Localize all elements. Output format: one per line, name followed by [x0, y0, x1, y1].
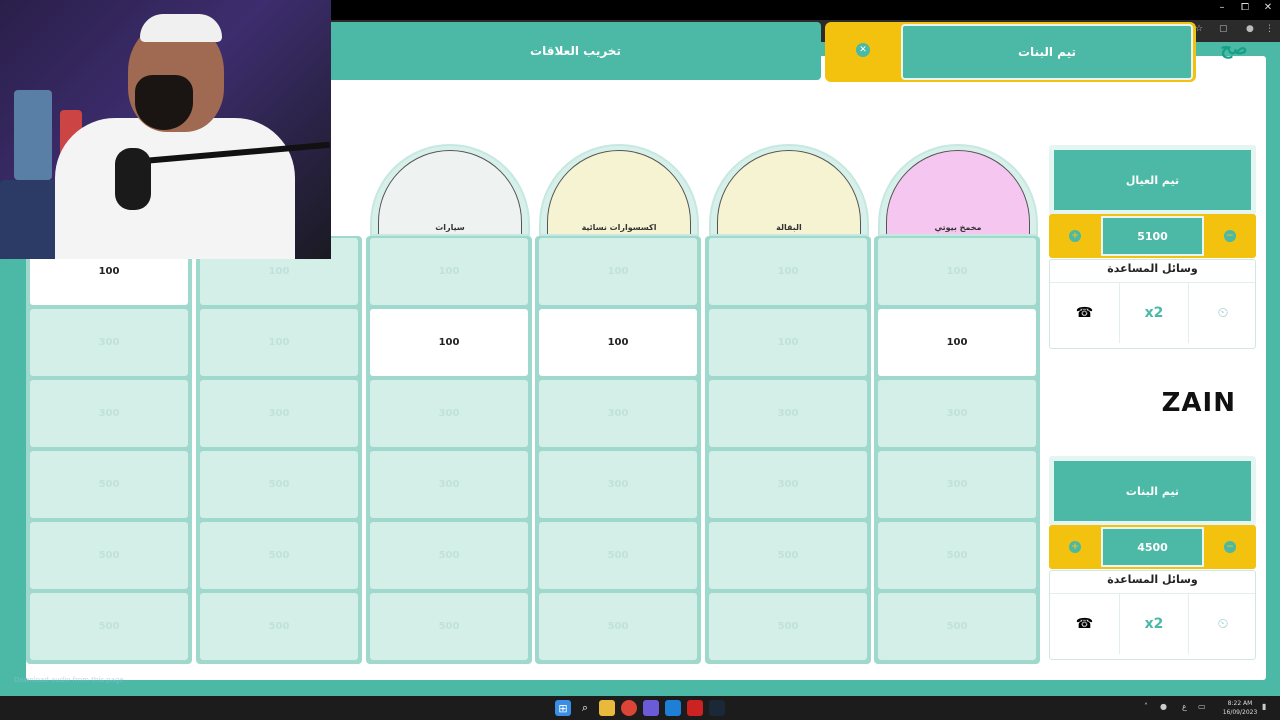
category-label: اكسسوارات نسائية	[581, 223, 657, 232]
question-cell[interactable]: 500	[200, 522, 358, 589]
question-cell[interactable]: 100	[709, 238, 867, 305]
question-cell[interactable]: 300	[539, 380, 697, 447]
webcam-overlay	[0, 0, 331, 259]
current-turn-team: ✕ تيم البنات	[825, 22, 1196, 82]
question-cell[interactable]: 100	[539, 238, 697, 305]
team1-increase-button[interactable]: +	[1069, 230, 1081, 242]
team2-name: تيم البنات	[1054, 461, 1251, 521]
question-cell[interactable]: 500	[709, 522, 867, 589]
clock[interactable]: 8:22 AM 16/09/2023	[1222, 699, 1258, 717]
bottle-image	[14, 90, 52, 180]
maximize-button[interactable]: ⧠	[1237, 2, 1253, 13]
question-cell[interactable]: 500	[30, 451, 188, 518]
person-body	[55, 118, 295, 259]
team2-decrease-button[interactable]: −	[1224, 541, 1236, 553]
question-cell[interactable]: 500	[200, 593, 358, 660]
team2-increase-button[interactable]: +	[1069, 541, 1081, 553]
microphone-icon[interactable]: ●	[1160, 702, 1167, 711]
team1-decrease-button[interactable]: −	[1224, 230, 1236, 242]
download-audio-note[interactable]: Download audio from this page	[14, 676, 124, 684]
double-points-icon[interactable]: x2	[1119, 594, 1188, 654]
question-cell[interactable]: 500	[878, 522, 1036, 589]
question-cell[interactable]: 500	[200, 451, 358, 518]
call-friend-icon[interactable]: ☎	[1050, 283, 1119, 343]
question-cell[interactable]: 100	[370, 238, 528, 305]
question-cell[interactable]: 500	[539, 522, 697, 589]
extensions-icon[interactable]: ▢	[1219, 24, 1228, 34]
folder-icon[interactable]	[599, 700, 615, 716]
microphone	[115, 148, 151, 210]
notification-icon[interactable]: ▮	[1262, 702, 1266, 711]
question-cell[interactable]: 300	[709, 451, 867, 518]
team1-score: 5100	[1101, 216, 1204, 256]
taskbar: ⊞ ⌕ ˄ ● ع ▭ 8:22 AM 16/09/2023 ▮	[0, 696, 1280, 720]
team1-score-bar: + 5100 −	[1049, 214, 1256, 258]
question-cell[interactable]: 500	[370, 593, 528, 660]
question-cell[interactable]: 100	[539, 309, 697, 376]
current-team-name: تيم البنات	[901, 24, 1193, 80]
question-cell[interactable]: 500	[539, 593, 697, 660]
category-label: سيارات	[435, 223, 465, 232]
steam-icon[interactable]	[709, 700, 725, 716]
close-window-button[interactable]: ✕	[1260, 2, 1276, 13]
team2-score: 4500	[1101, 527, 1204, 567]
person-beard	[135, 75, 193, 130]
question-cell[interactable]: 100	[200, 309, 358, 376]
search-icon[interactable]: ⌕	[577, 700, 593, 716]
close-icon[interactable]: ✕	[856, 43, 870, 57]
team1-aids-title: وسائل المساعدة	[1107, 262, 1198, 275]
network-icon[interactable]: ▭	[1198, 702, 1206, 711]
question-cell[interactable]: 300	[200, 380, 358, 447]
team1-name: تيم العيال	[1054, 150, 1251, 210]
category-label: مخمخ بيوتي	[934, 223, 982, 232]
category-label: البقالة	[776, 223, 802, 232]
teams-icon[interactable]	[643, 700, 659, 716]
sponsor-logo: ZAIN	[1161, 388, 1236, 418]
question-cell[interactable]: 500	[709, 593, 867, 660]
person-cap	[140, 14, 222, 42]
question-cell[interactable]: 300	[30, 380, 188, 447]
team2-aids: وسائل المساعدة ☎ x2 ⏲	[1049, 570, 1256, 660]
game-logo: صح	[1220, 38, 1248, 59]
date: 16/09/2023	[1222, 709, 1258, 716]
question-cell[interactable]: 100	[370, 309, 528, 376]
chrome-icon[interactable]	[621, 700, 637, 716]
windows-start-icon[interactable]: ⊞	[555, 700, 571, 716]
profile-icon[interactable]: ●	[1246, 24, 1254, 34]
question-cell[interactable]: 300	[878, 380, 1036, 447]
call-friend-icon[interactable]: ☎	[1050, 594, 1119, 654]
question-cell[interactable]: 100	[878, 309, 1036, 376]
game-title: تخريب العلاقات	[330, 22, 821, 80]
question-cell[interactable]: 300	[709, 380, 867, 447]
timer-icon[interactable]: ⏲	[1188, 594, 1257, 654]
question-cell[interactable]: 300	[370, 451, 528, 518]
question-cell[interactable]: 500	[30, 593, 188, 660]
question-cell[interactable]: 500	[30, 522, 188, 589]
question-cell[interactable]: 300	[30, 309, 188, 376]
question-cell[interactable]: 300	[370, 380, 528, 447]
chevron-up-icon[interactable]: ˄	[1144, 702, 1148, 711]
timer-icon[interactable]: ⏲	[1188, 283, 1257, 343]
question-cell[interactable]: 300	[539, 451, 697, 518]
outlook-icon[interactable]	[665, 700, 681, 716]
menu-icon[interactable]: ⋮	[1265, 24, 1274, 34]
team1-aids: وسائل المساعدة ☎ x2 ⏲	[1049, 259, 1256, 349]
app-icon[interactable]	[687, 700, 703, 716]
question-cell[interactable]: 100	[709, 309, 867, 376]
question-cell[interactable]: 500	[878, 593, 1036, 660]
double-points-icon[interactable]: x2	[1119, 283, 1188, 343]
question-cell[interactable]: 100	[878, 238, 1036, 305]
team2-score-bar: + 4500 −	[1049, 525, 1256, 569]
minimize-button[interactable]: –	[1214, 2, 1230, 13]
language-icon[interactable]: ع	[1182, 702, 1187, 711]
question-cell[interactable]: 500	[370, 522, 528, 589]
question-cell[interactable]: 300	[878, 451, 1036, 518]
star-icon[interactable]: ☆	[1195, 24, 1203, 34]
team2-aids-title: وسائل المساعدة	[1107, 573, 1198, 586]
time: 8:22 AM	[1227, 700, 1253, 707]
